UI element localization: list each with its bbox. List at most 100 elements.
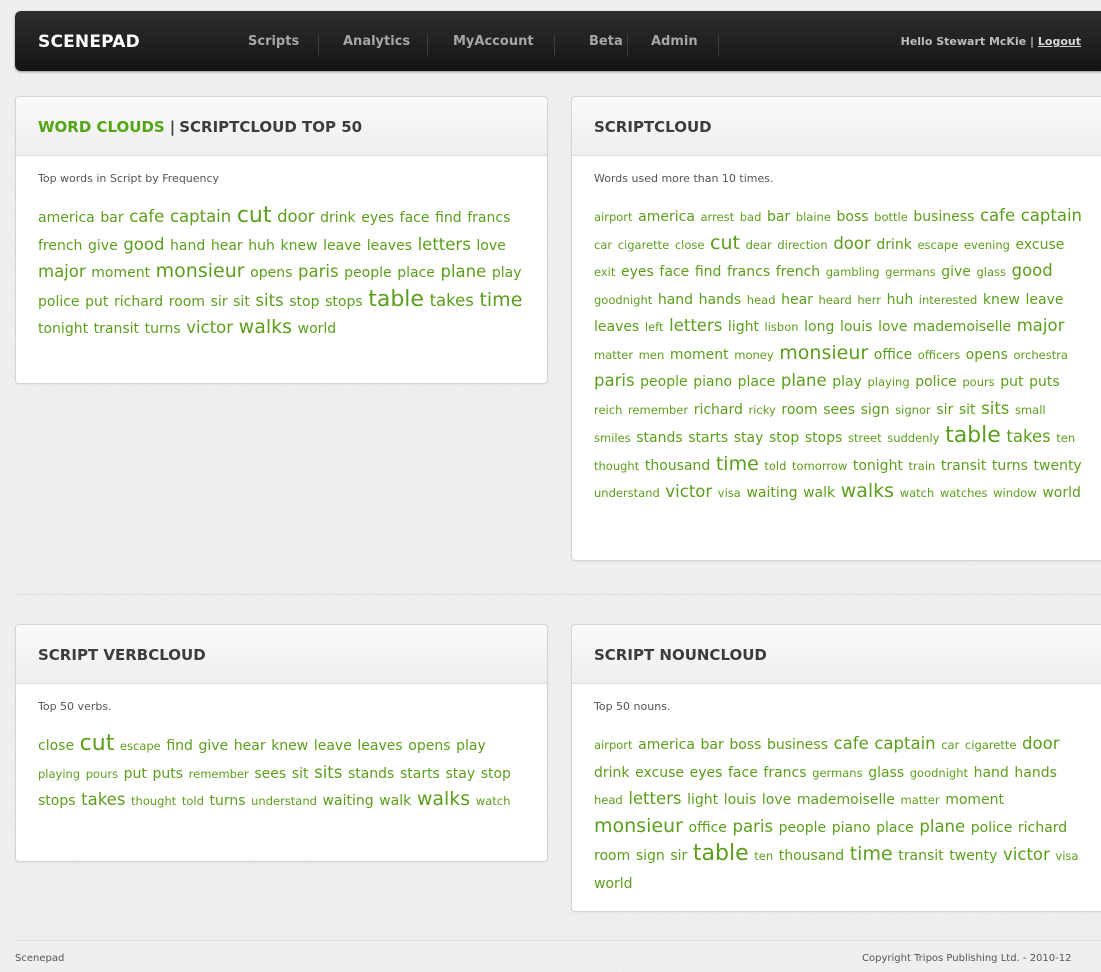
cloud-word[interactable]: men xyxy=(639,348,665,362)
cloud-word[interactable]: cut xyxy=(710,232,740,254)
cloud-word[interactable]: america xyxy=(38,210,95,226)
cloud-word[interactable]: room xyxy=(781,402,817,418)
cloud-word[interactable]: thought xyxy=(594,459,639,473)
cloud-word[interactable]: excuse xyxy=(635,765,684,781)
cloud-word[interactable]: leaves xyxy=(367,238,412,254)
cloud-word[interactable]: glass xyxy=(976,265,1006,279)
cloud-word[interactable]: play xyxy=(456,738,486,754)
cloud-word[interactable]: waiting xyxy=(746,485,797,501)
cloud-word[interactable]: stops xyxy=(805,430,843,446)
cloud-word[interactable]: richard xyxy=(1018,820,1067,836)
cloud-word[interactable]: stops xyxy=(38,793,76,809)
cloud-word[interactable]: heard xyxy=(819,293,852,307)
cloud-word[interactable]: major xyxy=(1017,316,1065,335)
cloud-word[interactable]: huh xyxy=(248,238,275,254)
nav-beta[interactable]: Beta xyxy=(589,11,623,73)
cloud-word[interactable]: captain xyxy=(170,207,231,226)
cloud-word[interactable]: long xyxy=(804,319,834,335)
cloud-word[interactable]: love xyxy=(878,319,907,335)
cloud-word[interactable]: plane xyxy=(919,817,965,836)
cloud-word[interactable]: stop xyxy=(289,294,319,310)
cloud-word[interactable]: head xyxy=(747,293,776,307)
cloud-word[interactable]: starts xyxy=(400,766,440,782)
cloud-word[interactable]: told xyxy=(764,459,786,473)
cloud-word[interactable]: good xyxy=(1012,261,1053,280)
cloud-word[interactable]: sign xyxy=(861,402,890,418)
cloud-word[interactable]: people xyxy=(344,265,391,281)
cloud-word[interactable]: sir xyxy=(211,294,228,310)
cloud-word[interactable]: paris xyxy=(298,262,339,281)
cloud-word[interactable]: richard xyxy=(694,402,743,418)
cloud-word[interactable]: put xyxy=(124,766,147,782)
cloud-word[interactable]: close xyxy=(38,738,74,754)
cloud-word[interactable]: play xyxy=(492,265,522,281)
cloud-word[interactable]: police xyxy=(971,820,1013,836)
cloud-word[interactable]: put xyxy=(1000,374,1023,390)
cloud-word[interactable]: letters xyxy=(628,789,681,808)
cloud-word[interactable]: louis xyxy=(724,792,757,808)
cloud-word[interactable]: face xyxy=(728,765,758,781)
cloud-word[interactable]: give xyxy=(199,738,229,754)
cloud-word[interactable]: paris xyxy=(594,371,635,390)
cloud-word[interactable]: business xyxy=(913,209,974,225)
cloud-word[interactable]: door xyxy=(277,207,314,226)
cloud-word[interactable]: hand xyxy=(974,765,1009,781)
cloud-word[interactable]: ricky xyxy=(748,403,775,417)
cloud-word[interactable]: table xyxy=(693,841,749,866)
cloud-word[interactable]: car xyxy=(941,738,959,752)
cloud-word[interactable]: sits xyxy=(981,399,1009,418)
cloud-word[interactable]: place xyxy=(397,265,435,281)
cloud-word[interactable]: stands xyxy=(636,430,682,446)
cloud-word[interactable]: opens xyxy=(966,347,1008,363)
cloud-word[interactable]: victor xyxy=(665,482,712,501)
cloud-word[interactable]: sees xyxy=(823,402,855,418)
cloud-word[interactable]: leave xyxy=(314,738,352,754)
cloud-word[interactable]: signor xyxy=(895,403,931,417)
cloud-word[interactable]: told xyxy=(182,794,204,808)
cloud-word[interactable]: walks xyxy=(417,788,470,810)
cloud-word[interactable]: door xyxy=(1022,734,1059,753)
cloud-word[interactable]: visa xyxy=(718,486,741,500)
cloud-word[interactable]: thousand xyxy=(645,458,710,474)
cloud-word[interactable]: monsieur xyxy=(594,815,683,837)
cloud-word[interactable]: sits xyxy=(255,291,283,310)
cloud-word[interactable]: excuse xyxy=(1016,237,1065,253)
cloud-word[interactable]: germans xyxy=(812,766,862,780)
cloud-word[interactable]: turns xyxy=(145,321,181,337)
cloud-word[interactable]: stops xyxy=(325,294,363,310)
cloud-word[interactable]: thought xyxy=(131,794,176,808)
cloud-word[interactable]: reich xyxy=(594,403,622,417)
cloud-word[interactable]: knew xyxy=(983,292,1020,308)
cloud-word[interactable]: francs xyxy=(467,210,510,226)
cloud-word[interactable]: find xyxy=(435,210,462,226)
cloud-word[interactable]: victor xyxy=(186,318,233,337)
cloud-word[interactable]: thousand xyxy=(779,848,844,864)
cloud-word[interactable]: good xyxy=(123,235,164,254)
cloud-word[interactable]: drink xyxy=(594,765,630,781)
cloud-word[interactable]: monsieur xyxy=(156,260,245,282)
cloud-word[interactable]: mademoiselle xyxy=(913,319,1011,335)
cloud-word[interactable]: louis xyxy=(840,319,873,335)
cloud-word[interactable]: captain xyxy=(874,734,935,753)
cloud-word[interactable]: light xyxy=(687,792,718,808)
cloud-word[interactable]: takes xyxy=(1006,427,1050,446)
cloud-word[interactable]: hear xyxy=(234,738,266,754)
cloud-word[interactable]: sees xyxy=(254,766,286,782)
cloud-word[interactable]: people xyxy=(779,820,826,836)
cloud-word[interactable]: understand xyxy=(594,486,660,500)
cloud-word[interactable]: moment xyxy=(670,347,729,363)
cloud-word[interactable]: visa xyxy=(1055,849,1078,863)
cloud-word[interactable]: transit xyxy=(941,458,986,474)
cloud-word[interactable]: leave xyxy=(1026,292,1064,308)
cloud-word[interactable]: watches xyxy=(940,486,988,500)
cloud-word[interactable]: close xyxy=(675,238,705,252)
cloud-word[interactable]: twenty xyxy=(1034,458,1082,474)
cloud-word[interactable]: matter xyxy=(594,348,633,362)
cloud-word[interactable]: car xyxy=(594,238,612,252)
cloud-word[interactable]: watch xyxy=(476,794,511,808)
cloud-word[interactable]: major xyxy=(38,262,86,281)
cloud-word[interactable]: exit xyxy=(594,265,615,279)
cloud-word[interactable]: face xyxy=(659,264,689,280)
cloud-word[interactable]: train xyxy=(909,459,936,473)
brand-logo[interactable]: SCENEPAD xyxy=(38,11,140,73)
